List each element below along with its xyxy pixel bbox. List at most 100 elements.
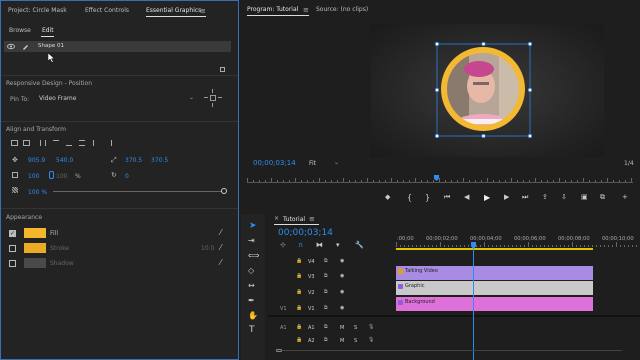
tab-program[interactable]: Program: Tutorial xyxy=(247,6,298,13)
link-icon[interactable] xyxy=(49,171,54,179)
transform-handle[interactable] xyxy=(435,88,439,92)
lock-icon[interactable]: 🔒 xyxy=(296,258,302,264)
extract-icon[interactable]: ⇩ xyxy=(561,193,567,201)
lock-icon[interactable]: 🔒 xyxy=(296,289,302,295)
transform-handle[interactable] xyxy=(528,134,532,138)
step-back-icon[interactable]: ◀ xyxy=(464,193,469,201)
sync-lock-icon[interactable]: ⧉ xyxy=(324,324,328,330)
align-bottom-icon[interactable] xyxy=(79,140,85,146)
timeline-timecode[interactable]: 00;00;03;14 xyxy=(278,228,333,238)
sync-lock-icon[interactable]: ⧉ xyxy=(324,289,328,295)
solo-button[interactable]: S xyxy=(354,325,357,331)
ripple-edit-icon[interactable]: ⟺ xyxy=(248,251,259,260)
transform-handle[interactable] xyxy=(481,42,486,46)
eye-icon[interactable]: ◉ xyxy=(340,289,344,295)
sync-lock-icon[interactable]: ⧉ xyxy=(324,305,328,311)
program-timecode[interactable]: 00;00;03;14 xyxy=(253,159,296,167)
lock-icon[interactable]: 🔒 xyxy=(296,273,302,279)
zoom-scrollbar[interactable] xyxy=(276,347,632,353)
panel-menu-icon[interactable]: ≡ xyxy=(309,215,315,223)
panel-menu-icon[interactable]: ≡ xyxy=(200,7,206,15)
subtab-edit[interactable]: Edit xyxy=(42,27,54,34)
layer-name[interactable]: Shape 01 xyxy=(38,43,64,49)
razor-icon[interactable]: ◇ xyxy=(248,266,254,275)
work-area-bar[interactable] xyxy=(396,248,593,250)
go-to-in-icon[interactable]: ⏮ xyxy=(444,193,450,202)
add-button-icon[interactable]: + xyxy=(622,193,628,201)
tab-timeline[interactable]: Tutorial xyxy=(283,216,305,223)
nest-icon[interactable]: ⊹ xyxy=(280,241,286,249)
fit-dropdown[interactable]: Fit ⌄ xyxy=(309,159,341,168)
wrench-icon[interactable]: 🔧 xyxy=(355,241,364,249)
track-header-v2[interactable]: 🔒 V2 ⧉ ◉ xyxy=(268,286,394,299)
opacity-slider-thumb[interactable] xyxy=(221,188,227,194)
anchor-x[interactable]: 370.5 xyxy=(125,157,142,164)
transform-handle[interactable] xyxy=(528,42,532,46)
step-forward-icon[interactable]: ▶ xyxy=(504,193,509,201)
slip-icon[interactable]: ↔ xyxy=(248,281,255,290)
type-tool-icon[interactable]: T xyxy=(249,325,255,335)
new-layer-icon[interactable] xyxy=(220,67,225,72)
track-select-icon[interactable]: ⇥ xyxy=(248,236,255,245)
panel-menu-icon[interactable]: ≡ xyxy=(303,6,309,14)
program-ruler[interactable] xyxy=(247,174,633,186)
pin-to-dropdown[interactable]: Video Frame ⌄ xyxy=(37,94,197,103)
tab-effect-controls[interactable]: Effect Controls xyxy=(85,7,129,14)
pen-tool-icon[interactable]: ✒ xyxy=(248,296,255,305)
clip-graphic[interactable]: Graphic xyxy=(396,281,593,295)
eye-icon[interactable]: ◉ xyxy=(340,258,344,264)
sync-lock-icon[interactable]: ⧉ xyxy=(324,258,328,264)
tab-source[interactable]: Source: (no clips) xyxy=(316,6,368,13)
go-to-out-icon[interactable]: ⏭ xyxy=(522,193,528,202)
linked-icon[interactable]: ⧓ xyxy=(316,241,323,249)
position-y[interactable]: 540.0 xyxy=(56,157,73,164)
lock-icon[interactable]: 🔒 xyxy=(296,324,302,330)
layer-row[interactable]: Shape 01 xyxy=(4,41,231,52)
lock-icon[interactable]: 🔒 xyxy=(296,337,302,343)
position-x[interactable]: 905.9 xyxy=(28,157,45,164)
pin-widget[interactable] xyxy=(204,89,222,107)
align-top-icon[interactable] xyxy=(53,140,59,146)
solo-button[interactable]: S xyxy=(354,338,357,344)
track-header-a1[interactable]: A1 🔒 A1 ⧉ M S 🎙 xyxy=(268,321,394,334)
anchor-y[interactable]: 370.5 xyxy=(151,157,168,164)
lift-icon[interactable]: ⇪ xyxy=(542,193,548,201)
transform-handle[interactable] xyxy=(481,134,486,138)
clip-talking-video[interactable]: Talking Video xyxy=(396,266,593,280)
stroke-value[interactable]: 10.0 xyxy=(201,245,214,252)
stroke-checkbox[interactable] xyxy=(9,245,16,252)
transform-handle[interactable] xyxy=(435,134,439,138)
tab-project[interactable]: Project: Circle Mask xyxy=(8,7,67,14)
video-frame[interactable] xyxy=(371,24,604,157)
eye-icon[interactable] xyxy=(7,43,15,50)
eyedropper-icon[interactable]: ⁄ xyxy=(220,243,221,252)
track-header-a2[interactable]: 🔒 A2 ⧉ M S 🎙 xyxy=(268,334,394,347)
eyedropper-icon[interactable]: ⁄ xyxy=(220,258,221,267)
mic-icon[interactable]: 🎙 xyxy=(368,337,374,343)
track-header-v4[interactable]: 🔒 V4 ⧉ ◉ xyxy=(268,255,394,268)
eye-icon[interactable]: ◉ xyxy=(340,273,344,279)
subtab-browse[interactable]: Browse xyxy=(9,27,31,34)
align-right-icon[interactable] xyxy=(40,140,46,146)
lock-icon[interactable]: 🔒 xyxy=(296,305,302,311)
scale-value[interactable]: 100 xyxy=(28,173,39,180)
source-patch[interactable]: V1 xyxy=(280,306,287,312)
marker-icon[interactable]: ◆ xyxy=(385,193,390,201)
fill-checkbox[interactable]: ✓ xyxy=(9,230,16,237)
tab-essential-graphics[interactable]: Essential Graphics xyxy=(146,7,201,14)
mute-button[interactable]: M xyxy=(340,338,344,344)
stroke-swatch[interactable] xyxy=(24,243,46,253)
mark-out-icon[interactable]: } xyxy=(425,193,430,202)
play-icon[interactable]: ▶ xyxy=(484,193,490,202)
selection-tool-icon[interactable]: ➤ xyxy=(249,221,257,231)
transform-handle[interactable] xyxy=(528,88,532,92)
opacity-slider-track[interactable] xyxy=(53,191,223,192)
sync-lock-icon[interactable]: ⧉ xyxy=(324,273,328,279)
mark-in-icon[interactable]: { xyxy=(407,193,412,202)
mic-icon[interactable]: 🎙 xyxy=(368,324,374,330)
resolution-ratio[interactable]: 1/4 xyxy=(624,160,634,167)
source-patch[interactable]: A1 xyxy=(280,325,287,331)
snap-icon[interactable]: ∩ xyxy=(298,241,303,249)
marker-icon[interactable]: ▾ xyxy=(336,241,340,249)
distribute-v-icon[interactable] xyxy=(106,140,112,146)
